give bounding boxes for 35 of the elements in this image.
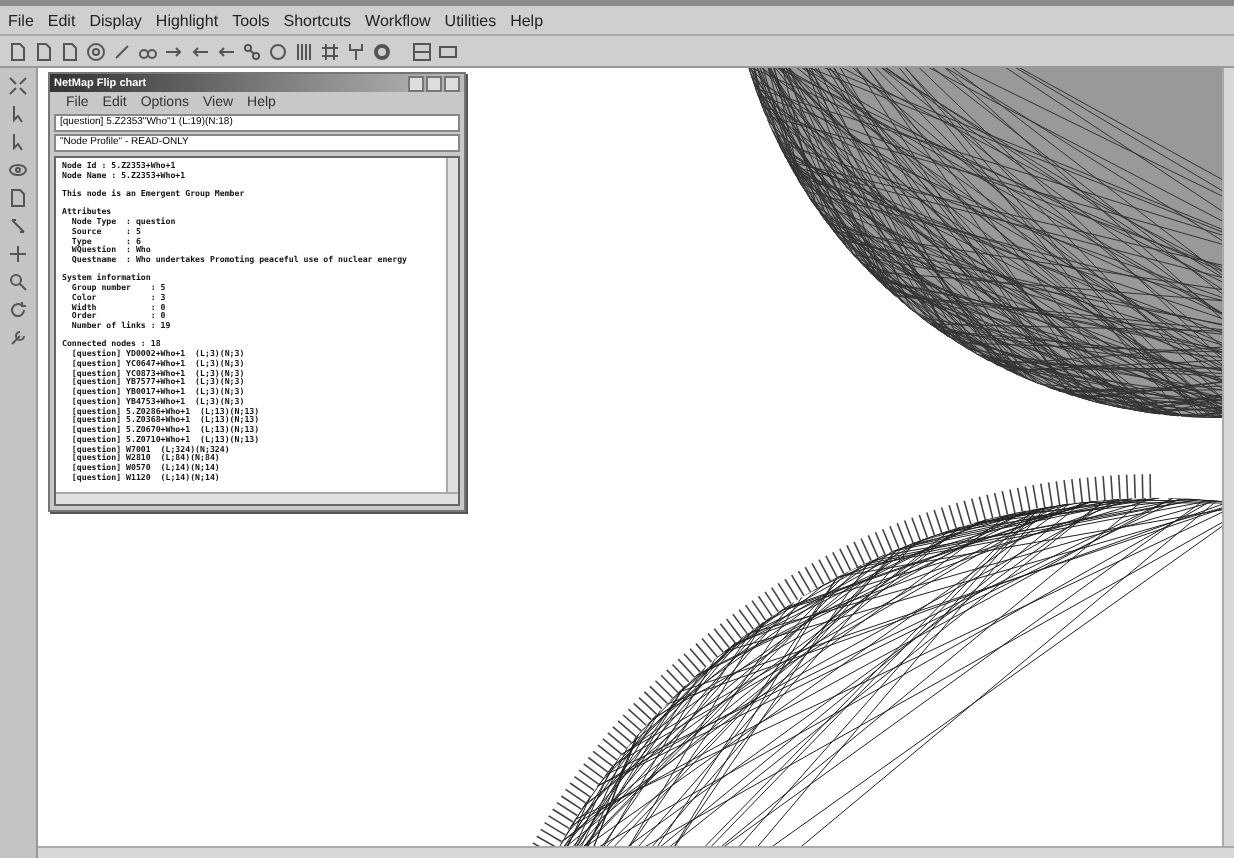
arrow-left-icon[interactable]: [190, 41, 210, 61]
menu-item[interactable]: Highlight: [155, 11, 219, 29]
maximize-button[interactable]: [426, 75, 442, 91]
horizontal-scrollbar[interactable]: [56, 492, 458, 504]
rotate-icon[interactable]: [8, 300, 28, 320]
target-icon[interactable]: [86, 41, 106, 61]
menu-item[interactable]: Workflow: [365, 11, 431, 29]
menu-item[interactable]: Tools: [232, 11, 270, 29]
vertical-scrollbar[interactable]: [1222, 68, 1234, 846]
arrow-left-icon[interactable]: [216, 41, 236, 61]
circle-icon[interactable]: [268, 41, 288, 61]
move-icon[interactable]: [8, 244, 28, 264]
arrow-right-icon[interactable]: [164, 41, 184, 61]
nodes-icon[interactable]: [242, 41, 262, 61]
menu-item[interactable]: Utilities: [444, 11, 497, 29]
minimize-button[interactable]: [408, 75, 424, 91]
zoom-icon[interactable]: [8, 272, 28, 292]
bars-icon[interactable]: [294, 41, 314, 61]
connect-icon[interactable]: [8, 216, 28, 236]
menu-item[interactable]: Shortcuts: [283, 11, 352, 29]
menu-item[interactable]: File: [8, 11, 34, 29]
eye-icon[interactable]: [8, 160, 28, 180]
horizontal-scrollbar[interactable]: [38, 846, 1234, 858]
pencil-icon[interactable]: [112, 41, 132, 61]
gear-icon[interactable]: [372, 41, 392, 61]
grid-icon[interactable]: [320, 41, 340, 61]
menu-item[interactable]: Help: [510, 11, 544, 29]
menu-item[interactable]: Display: [89, 11, 142, 29]
document-icon[interactable]: [8, 188, 28, 208]
vertical-scrollbar[interactable]: [446, 158, 458, 492]
expand-icon[interactable]: [8, 76, 28, 96]
layout-icon[interactable]: [412, 41, 432, 61]
menu-item[interactable]: Edit: [47, 11, 76, 29]
close-button[interactable]: [444, 75, 460, 91]
rectangle-icon[interactable]: [438, 41, 458, 61]
